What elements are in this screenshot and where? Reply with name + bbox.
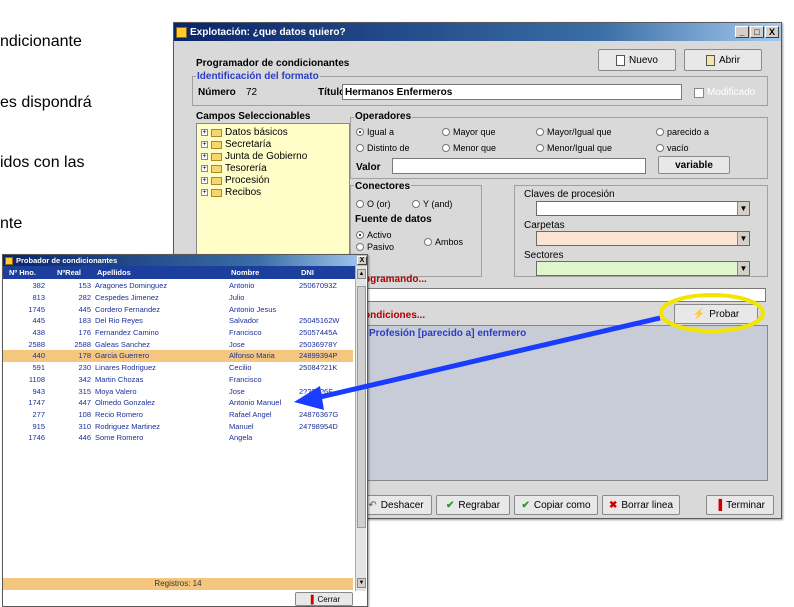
blue-arrow-head xyxy=(294,386,324,410)
blue-arrow-line xyxy=(315,315,661,401)
annotation-overlay xyxy=(294,293,765,410)
yellow-highlight-ellipse xyxy=(659,293,765,333)
